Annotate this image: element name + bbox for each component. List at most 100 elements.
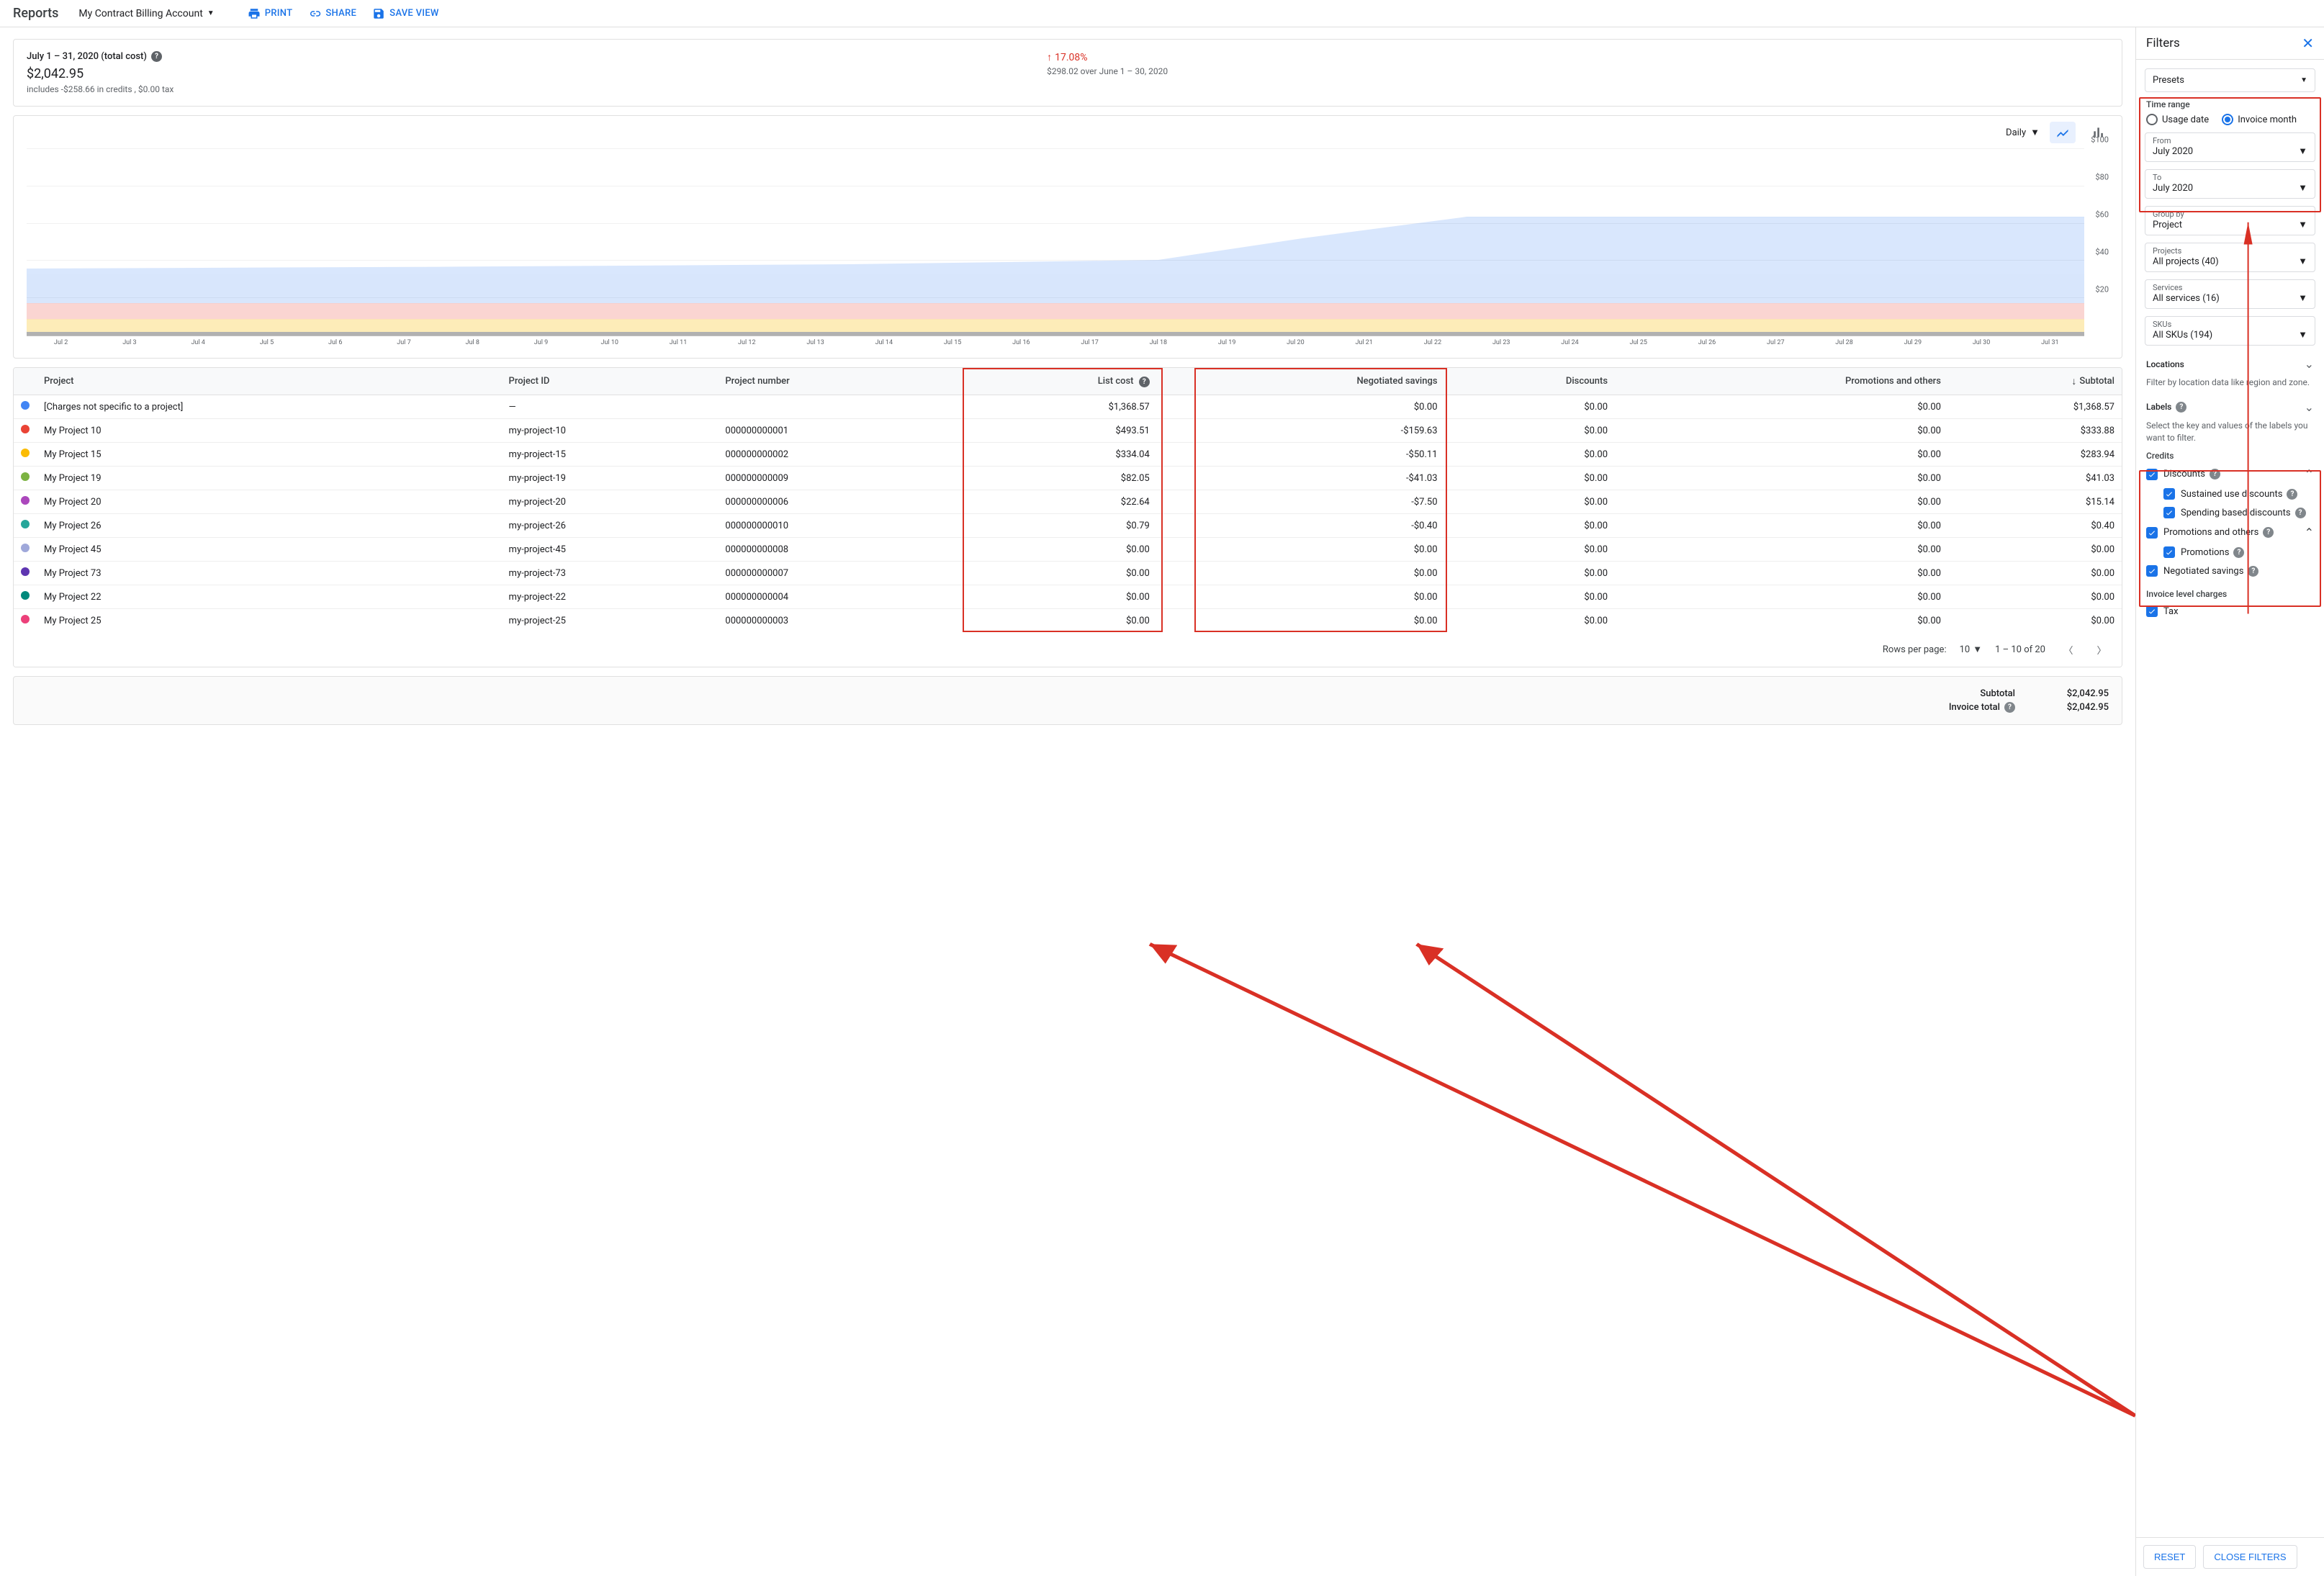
next-page-button[interactable]: 〉 xyxy=(2091,639,2112,659)
cell-project-number: 000000000009 xyxy=(718,467,956,490)
cell-negotiated-savings: -$41.03 xyxy=(1157,467,1445,490)
time-range-label: Time range xyxy=(2146,99,2315,109)
help-icon[interactable]: ? xyxy=(1139,377,1150,387)
cell-project-number: 000000000001 xyxy=(718,419,956,443)
help-icon[interactable]: ? xyxy=(2248,566,2258,577)
col-list-cost[interactable]: List cost ? xyxy=(956,368,1156,395)
help-icon[interactable]: ? xyxy=(2295,508,2306,518)
col-project-number[interactable]: Project number xyxy=(718,368,956,395)
cell-negotiated-savings: -$7.50 xyxy=(1157,490,1445,514)
col-subtotal[interactable]: ↓ Subtotal xyxy=(1948,368,2122,395)
promotions-others-checkbox[interactable]: Promotions and others? ⌃ xyxy=(2145,522,2315,543)
series-color-dot xyxy=(21,615,30,623)
chart-type-line-button[interactable] xyxy=(2050,122,2076,143)
chevron-up-icon[interactable]: ⌃ xyxy=(2305,467,2314,481)
cell-discounts: $0.00 xyxy=(1445,538,1615,562)
services-select[interactable]: Services All services (16)▼ xyxy=(2145,279,2315,309)
cell-subtotal: $0.40 xyxy=(1948,514,2122,538)
help-icon[interactable]: ? xyxy=(2263,527,2274,538)
skus-select[interactable]: SKUs All SKUs (194)▼ xyxy=(2145,316,2315,346)
cell-project-id: my-project-20 xyxy=(502,490,719,514)
summary-sub: includes -$258.66 in credits , $0.00 tax xyxy=(27,84,1047,94)
cell-negotiated-savings: -$159.63 xyxy=(1157,419,1445,443)
col-promotions[interactable]: Promotions and others xyxy=(1615,368,1948,395)
promotions-checkbox[interactable]: Promotions? xyxy=(2145,543,2315,562)
table-row[interactable]: My Project 22my-project-22000000000004$0… xyxy=(14,585,2122,609)
cell-project-id: my-project-10 xyxy=(502,419,719,443)
cell-list-cost: $493.51 xyxy=(956,419,1156,443)
presets-select[interactable]: Presets ▼ xyxy=(2145,68,2315,92)
table-row[interactable]: My Project 26my-project-26000000000010$0… xyxy=(14,514,2122,538)
chevron-down-icon: ▼ xyxy=(207,9,215,17)
cell-project: [Charges not specific to a project] xyxy=(37,395,502,419)
help-icon[interactable]: ? xyxy=(2287,489,2297,500)
table-row[interactable]: My Project 25my-project-25000000000003$0… xyxy=(14,609,2122,633)
line-chart-icon xyxy=(2055,125,2070,140)
locations-section[interactable]: Locations ⌄ xyxy=(2145,353,2315,375)
from-month-select[interactable]: From July 2020▼ xyxy=(2145,132,2315,162)
close-filters-button[interactable]: ✕ xyxy=(2302,35,2314,52)
check-icon xyxy=(2148,607,2156,616)
table-row[interactable]: My Project 19my-project-19000000000009$8… xyxy=(14,467,2122,490)
help-icon[interactable]: ? xyxy=(2176,402,2186,413)
chevron-down-icon: ▼ xyxy=(2298,219,2307,230)
share-button[interactable]: SHARE xyxy=(308,7,356,20)
table-row[interactable]: My Project 15my-project-15000000000002$3… xyxy=(14,443,2122,467)
invoice-total-value: $2,042.95 xyxy=(2044,702,2109,713)
table-row[interactable]: My Project 73my-project-73000000000007$0… xyxy=(14,562,2122,585)
chevron-down-icon: ▼ xyxy=(2298,182,2307,194)
rows-per-page-picker[interactable]: 10 ▼ xyxy=(1960,644,1983,655)
cell-negotiated-savings: $0.00 xyxy=(1157,585,1445,609)
cell-project-id: my-project-15 xyxy=(502,443,719,467)
prev-page-button[interactable]: 〈 xyxy=(2058,639,2078,659)
table-row[interactable]: [Charges not specific to a project]—$1,3… xyxy=(14,395,2122,419)
cell-promotions: $0.00 xyxy=(1615,395,1948,419)
close-filters-bottom-button[interactable]: CLOSE FILTERS xyxy=(2203,1545,2297,1569)
table-footer: Rows per page: 10 ▼ 1 – 10 of 20 〈 〉 xyxy=(14,632,2122,667)
projects-select[interactable]: Projects All projects (40)▼ xyxy=(2145,243,2315,272)
reset-button[interactable]: RESET xyxy=(2143,1545,2196,1569)
cell-project-id: — xyxy=(502,395,719,419)
col-project-id[interactable]: Project ID xyxy=(502,368,719,395)
help-icon[interactable]: ? xyxy=(2210,469,2220,479)
col-negotiated-savings[interactable]: Negotiated savings xyxy=(1157,368,1445,395)
negotiated-savings-checkbox[interactable]: Negotiated savings? xyxy=(2145,562,2315,580)
cell-promotions: $0.00 xyxy=(1615,585,1948,609)
to-month-select[interactable]: To July 2020▼ xyxy=(2145,169,2315,199)
series-color-dot xyxy=(21,496,30,505)
labels-section[interactable]: Labels ? ⌄ xyxy=(2145,396,2315,418)
cell-project-id: my-project-73 xyxy=(502,562,719,585)
cell-negotiated-savings: -$0.40 xyxy=(1157,514,1445,538)
group-by-select[interactable]: Group by Project▼ xyxy=(2145,206,2315,235)
invoice-month-radio[interactable]: Invoice month xyxy=(2222,114,2297,125)
chevron-up-icon[interactable]: ⌃ xyxy=(2305,526,2314,539)
account-picker[interactable]: My Contract Billing Account ▼ xyxy=(78,8,214,19)
table-row[interactable]: My Project 20my-project-20000000000006$2… xyxy=(14,490,2122,514)
col-project[interactable]: Project xyxy=(37,368,502,395)
cell-discounts: $0.00 xyxy=(1445,395,1615,419)
usage-date-radio[interactable]: Usage date xyxy=(2146,114,2209,125)
labels-desc: Select the key and values of the labels … xyxy=(2146,420,2314,444)
cell-promotions: $0.00 xyxy=(1615,467,1948,490)
cell-project-number: 000000000006 xyxy=(718,490,956,514)
cell-promotions: $0.00 xyxy=(1615,443,1948,467)
check-icon xyxy=(2165,490,2174,498)
tax-checkbox[interactable]: Tax xyxy=(2145,602,2315,621)
help-icon[interactable]: ? xyxy=(151,51,162,62)
sustained-use-checkbox[interactable]: Sustained use discounts? xyxy=(2145,485,2315,503)
help-icon[interactable]: ? xyxy=(2233,547,2244,558)
col-discounts[interactable]: Discounts xyxy=(1445,368,1615,395)
table-row[interactable]: My Project 10my-project-10000000000001$4… xyxy=(14,419,2122,443)
table-row[interactable]: My Project 45my-project-45000000000008$0… xyxy=(14,538,2122,562)
cell-subtotal: $15.14 xyxy=(1948,490,2122,514)
filters-panel: Filters ✕ Presets ▼ Time range Usage dat… xyxy=(2135,27,2324,1576)
help-icon[interactable]: ? xyxy=(2004,702,2015,713)
save-view-button[interactable]: SAVE VIEW xyxy=(372,7,439,20)
cell-list-cost: $0.79 xyxy=(956,514,1156,538)
print-button[interactable]: PRINT xyxy=(248,7,293,20)
cell-project-number: 000000000002 xyxy=(718,443,956,467)
page-title: Reports xyxy=(13,6,58,21)
discounts-checkbox[interactable]: Discounts? ⌃ xyxy=(2145,464,2315,485)
spending-based-checkbox[interactable]: Spending based discounts? xyxy=(2145,503,2315,522)
chart-frequency-picker[interactable]: Daily ▼ xyxy=(2006,127,2040,138)
